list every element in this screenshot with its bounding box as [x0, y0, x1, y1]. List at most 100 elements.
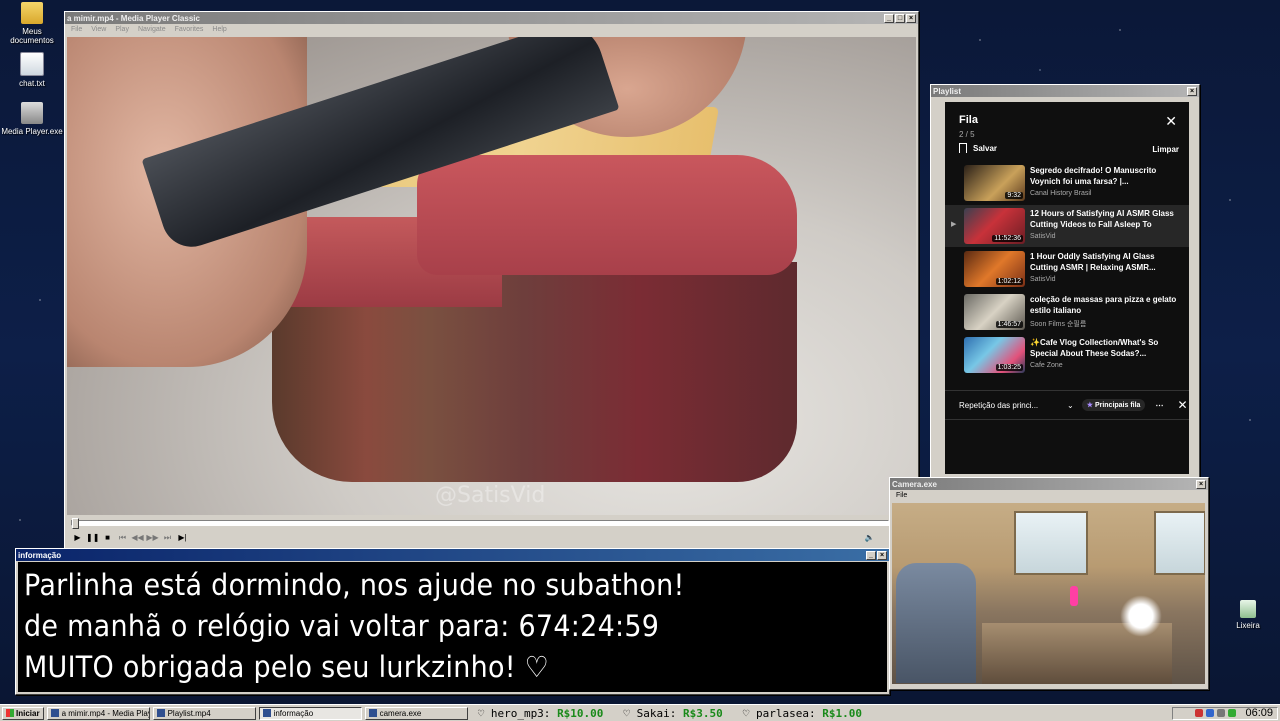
repeat-dropdown[interactable]: Repetição das princi... — [959, 401, 1063, 410]
info-close-button[interactable]: × — [877, 550, 887, 560]
desktop-icon-lixeira[interactable]: Lixeira — [1216, 600, 1280, 630]
taskbar-item-label: Playlist.mp4 — [167, 708, 211, 718]
prev-icon[interactable]: ⏮ — [116, 532, 129, 543]
media-player-titlebar[interactable]: a mimir.mp4 - Media Player Classic _ □ × — [65, 12, 918, 24]
info-content: Parlinha está dormindo, nos ajude no sub… — [18, 562, 887, 692]
queue-thumbnail: 9:32 — [964, 165, 1025, 201]
donation-entry: ♡ parlasea: R$1.00 — [743, 707, 862, 720]
taskbar-item-camera[interactable]: camera.exe — [364, 706, 468, 720]
tray-network-icon[interactable] — [1206, 709, 1215, 717]
media-player-menubar: File View Play Navigate Favorites Help — [65, 24, 918, 35]
queue-item[interactable]: 9:32 Segredo decifrado! O Manuscrito Voy… — [945, 162, 1189, 204]
window-icon — [156, 709, 165, 717]
video-watermark: @SatisVid — [435, 483, 546, 508]
camera-title: Camera.exe — [892, 479, 937, 489]
info-titlebar[interactable]: informação _ × — [16, 549, 889, 561]
info-line-2: de manhã o relógio vai voltar para: 674:… — [24, 609, 660, 643]
queue-close-icon[interactable]: ✕ — [1165, 114, 1177, 128]
taskbar-item-media-player[interactable]: a mimir.mp4 - Media Player... — [46, 706, 150, 720]
camera-window-pane-right — [1154, 511, 1205, 575]
menu-help[interactable]: Help — [212, 26, 226, 33]
camera-menu-file[interactable]: File — [896, 492, 907, 499]
info-minimize-button[interactable]: _ — [866, 550, 876, 560]
minimize-button[interactable]: _ — [884, 13, 894, 23]
taskbar-item-label: a mimir.mp4 - Media Player... — [61, 708, 149, 718]
play-icon[interactable]: ▶ — [71, 532, 84, 543]
taskbar-item-playlist[interactable]: Playlist.mp4 — [152, 706, 256, 720]
save-button[interactable]: Salvar — [959, 143, 997, 153]
seek-bar[interactable] — [71, 518, 889, 529]
menu-navigate[interactable]: Navigate — [138, 26, 166, 33]
donation-amount: R$3.50 — [683, 706, 723, 720]
queue-count: 2 / 5 — [959, 130, 975, 139]
start-button[interactable]: Iniciar — [2, 706, 44, 720]
queue-item-title: 1 Hour Oddly Satisfying AI Glass Cutting… — [1030, 252, 1156, 272]
queue-item-duration: 1:03:25 — [995, 364, 1023, 371]
menu-file[interactable]: File — [71, 26, 82, 33]
queue-item-channel: SatisVid — [1030, 276, 1056, 283]
close-button[interactable]: × — [906, 13, 916, 23]
desktop-icon-meus-documentos[interactable]: Meus documentos — [0, 2, 64, 45]
donation-ticker: ♡ hero_mp3: R$10.00 ♡ Sakai: R$3.50 ♡ pa… — [478, 707, 1172, 720]
donor-name: parlasea: — [756, 706, 816, 720]
volume-icon[interactable]: 🔈 — [863, 532, 876, 543]
playlist-window: Playlist × Fila 2 / 5 ✕ Salvar Limpar 9:… — [930, 84, 1200, 478]
camera-window-pane-left — [1014, 511, 1088, 575]
footer-close-icon[interactable]: ✕ — [1177, 398, 1187, 412]
pause-icon[interactable]: ❚❚ — [86, 532, 99, 543]
queue-item-channel: Soon Films 순필름 — [1030, 321, 1087, 328]
taskbar-item-informacao[interactable]: informação — [258, 706, 362, 720]
desktop-icon-media-player[interactable]: Media Player.exe — [0, 102, 64, 136]
tray-app-icon[interactable] — [1228, 709, 1237, 717]
camera-menubar: File — [890, 490, 1208, 501]
queue-item-current[interactable]: ▶ 11:52:36 12 Hours of Satisfying AI ASM… — [945, 205, 1189, 247]
frame-step-icon[interactable]: ▶| — [176, 532, 189, 543]
stop-icon[interactable]: ■ — [101, 532, 114, 543]
camera-close-button[interactable]: × — [1196, 479, 1206, 489]
donation-amount: R$10.00 — [557, 706, 604, 720]
menu-view[interactable]: View — [91, 26, 106, 33]
main-queue-label: Principais fila — [1094, 402, 1141, 409]
info-window: informação _ × Parlinha está dormindo, n… — [15, 548, 890, 695]
now-playing-icon: ▶ — [951, 221, 957, 228]
info-title: informação — [18, 550, 62, 560]
chevron-down-icon[interactable]: ⌄ — [1067, 401, 1074, 410]
heart-icon: ♡ — [623, 706, 631, 720]
window-icon — [262, 709, 271, 717]
camera-pink-light — [1070, 586, 1078, 606]
desktop-icon-chat-txt[interactable]: chat.txt — [0, 52, 64, 88]
media-player-icon — [50, 709, 59, 717]
rewind-icon[interactable]: ◀◀ — [131, 532, 144, 543]
main-queue-pill[interactable]: ★ Principais fila — [1081, 399, 1146, 411]
tray-shield-icon[interactable] — [1195, 709, 1204, 717]
bookmark-icon — [959, 143, 967, 153]
maximize-button[interactable]: □ — [895, 13, 905, 23]
clock: 06:09 — [1245, 707, 1273, 719]
queue-item[interactable]: 1:46:57 coleção de massas para pizza e g… — [945, 291, 1189, 333]
camera-lamp-glow — [1120, 595, 1162, 637]
queue-item[interactable]: 1:03:25 ✨Cafe Vlog Collection/What's So … — [945, 334, 1189, 376]
queue-item-duration: 9:32 — [1005, 192, 1023, 199]
forward-icon[interactable]: ▶▶ — [146, 532, 159, 543]
camera-titlebar[interactable]: Camera.exe × — [890, 478, 1208, 490]
video-cake-top — [417, 155, 797, 275]
menu-favorites[interactable]: Favorites — [175, 26, 204, 33]
playlist-titlebar[interactable]: Playlist × — [931, 85, 1199, 97]
queue-thumbnail: 1:02:12 — [964, 251, 1025, 287]
menu-play[interactable]: Play — [115, 26, 129, 33]
queue-item[interactable]: 1:02:12 1 Hour Oddly Satisfying AI Glass… — [945, 248, 1189, 290]
next-icon[interactable]: ⏭ — [161, 532, 174, 543]
more-options-icon[interactable]: ⋯ — [1155, 401, 1163, 410]
playlist-close-button[interactable]: × — [1187, 86, 1197, 96]
donation-amount: R$1.00 — [822, 706, 863, 720]
seek-thumb[interactable] — [72, 518, 79, 529]
tray-volume-icon[interactable] — [1217, 709, 1226, 717]
clear-button[interactable]: Limpar — [1152, 145, 1179, 154]
recycle-bin-icon — [1240, 600, 1256, 618]
queue-item-channel: Canal History Brasil — [1030, 190, 1092, 197]
queue-item-duration: 11:52:36 — [992, 235, 1023, 242]
video-frame[interactable]: @SatisVid — [67, 37, 916, 515]
queue-item-channel: Cafe Zone — [1030, 362, 1063, 369]
taskbar-item-label: informação — [273, 708, 314, 718]
queue-item-title: coleção de massas para pizza e gelato es… — [1030, 295, 1177, 315]
